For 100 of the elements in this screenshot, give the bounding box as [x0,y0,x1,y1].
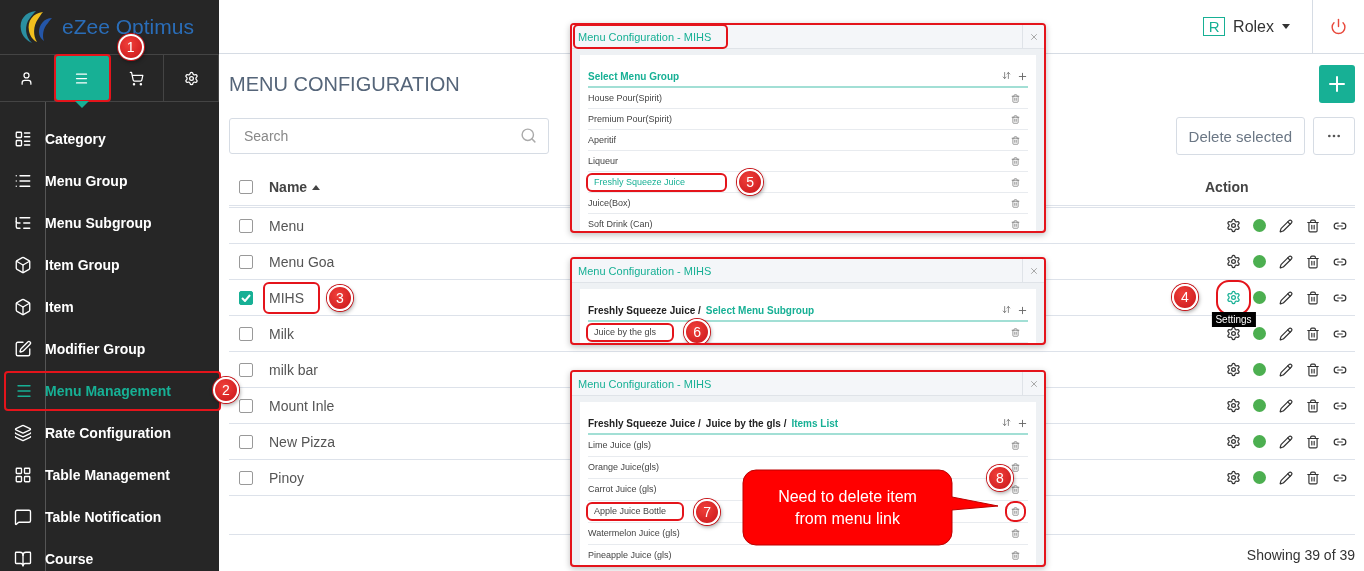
settings-button[interactable] [1226,434,1241,449]
list-item[interactable]: Soft Drink (Can) [588,214,1028,231]
list-item[interactable]: Premium Pour(Spirit) [588,109,1028,130]
sort-icon[interactable] [1002,304,1011,314]
trash-icon[interactable] [1305,398,1320,413]
trash-icon [1011,485,1020,494]
trash-icon[interactable] [1305,218,1320,233]
select-all-checkbox[interactable] [239,180,253,194]
trash-icon [1011,93,1020,103]
dialog-title: Menu Configuration - MIHS [577,376,713,392]
table-cell: Pinoy [269,469,305,486]
breadcrumb[interactable]: Freshly Squeeze Juice / [588,304,701,316]
row-checkbox[interactable] [239,398,253,413]
sidebar-item[interactable]: Table Management [0,454,219,496]
sidebar-item[interactable]: Course [0,538,219,571]
edit-icon[interactable] [1278,326,1293,341]
add-button[interactable] [1319,65,1355,103]
row-checkbox[interactable] [239,362,253,377]
edit-icon[interactable] [1278,218,1293,233]
trash-icon[interactable] [1305,326,1320,341]
user-menu[interactable]: Rolex [1233,17,1274,36]
add-icon[interactable] [1017,417,1028,429]
trash-icon[interactable] [1305,470,1320,485]
delete-button[interactable] [1011,114,1020,124]
delete-button[interactable] [1011,551,1020,560]
list-item[interactable]: Freshly Squeeze Juice 5 [588,172,1028,193]
sort-icon[interactable] [1002,70,1011,80]
caret-icon [1282,24,1290,29]
list-item[interactable]: Liqueur [588,151,1028,172]
trash-icon [1011,219,1020,229]
sidebar-item[interactable]: Table Notification [0,496,219,538]
delete-button[interactable] [1011,219,1020,229]
delete-button[interactable] [1011,327,1020,337]
item-label: Watermelon Juice (gls) [588,528,680,539]
cube-icon [13,298,32,316]
settings-button[interactable] [1226,254,1241,269]
settings-button[interactable] [1226,218,1241,233]
row-checkbox[interactable] [239,326,253,341]
settings-button[interactable] [1226,326,1241,341]
table-cell: milk bar [269,361,318,378]
sort-icon[interactable] [1002,417,1011,427]
sidebar-item[interactable]: Item Group [0,244,219,286]
list-item[interactable]: Juice(Box) [588,193,1028,214]
trash-icon [1011,327,1020,337]
settings-button[interactable] [1226,470,1241,485]
delete-button[interactable] [1011,156,1020,166]
breadcrumb[interactable]: Freshly Squeeze Juice / [588,417,701,429]
trash-icon [1011,441,1020,450]
settings-button[interactable] [1226,362,1241,377]
gear-icon [1226,218,1241,233]
row-checkbox[interactable] [239,218,253,233]
settings-button[interactable] [1226,398,1241,413]
delete-button[interactable] [1011,135,1020,145]
edit-icon[interactable] [1278,290,1293,305]
row-checkbox[interactable] [239,290,253,305]
sidebar-item[interactable]: Rate Configuration [0,412,219,454]
cart-icon [128,70,144,86]
user-icon [19,70,35,86]
list-item[interactable]: Watermelon Juice (gls) [588,523,1028,545]
delete-button[interactable] [1011,198,1020,208]
list-item[interactable]: Aperitif [588,130,1028,151]
delete-button[interactable] [1011,529,1020,538]
trash-icon[interactable] [1305,254,1320,269]
delete-button[interactable] [1011,93,1020,103]
list-item[interactable]: Pineapple Juice (gls) [588,545,1028,565]
dialog-title: Menu Configuration - MIHS [577,263,713,279]
search-field[interactable]: Search [229,118,549,154]
list-item[interactable]: House Pour(Spirit) [588,88,1028,109]
add-icon[interactable] [1017,304,1028,316]
delete-selected-button[interactable]: Delete selected [1175,117,1305,155]
edit-icon[interactable] [1278,362,1293,377]
sidebar-item[interactable]: Modifier Group [0,328,219,370]
sidebar-item[interactable]: Menu Subgroup [0,202,219,244]
gear-icon [1226,290,1241,305]
delete-button[interactable] [1011,463,1020,472]
edit-icon[interactable] [1278,434,1293,449]
delete-button[interactable] [1011,441,1020,450]
trash-icon[interactable] [1305,434,1320,449]
sidebar-item[interactable]: Menu Group [0,160,219,202]
list-item[interactable]: Lime Juice (gls) [588,435,1028,457]
item-label: Premium Pour(Spirit) [588,113,672,125]
row-checkbox[interactable] [239,254,253,269]
search-icon [520,127,537,144]
list-item[interactable]: Juice by the gls 6 [588,322,1028,343]
trash-icon[interactable] [1305,290,1320,305]
sidebar-item[interactable]: Category [0,118,219,160]
gear-icon [1226,434,1241,449]
row-checkbox[interactable] [239,470,253,485]
trash-icon[interactable] [1305,362,1320,377]
delete-button[interactable] [1011,177,1020,187]
trash-icon [1011,551,1020,560]
column-header: Action [1205,179,1250,195]
add-icon[interactable] [1017,70,1028,82]
delete-button[interactable] [1011,485,1020,494]
row-checkbox[interactable] [239,434,253,449]
edit-icon[interactable] [1278,254,1293,269]
breadcrumb[interactable]: Juice by the gls / [705,417,787,429]
sidebar-item[interactable]: Item [0,286,219,328]
edit-icon[interactable] [1278,470,1293,485]
edit-icon[interactable] [1278,398,1293,413]
